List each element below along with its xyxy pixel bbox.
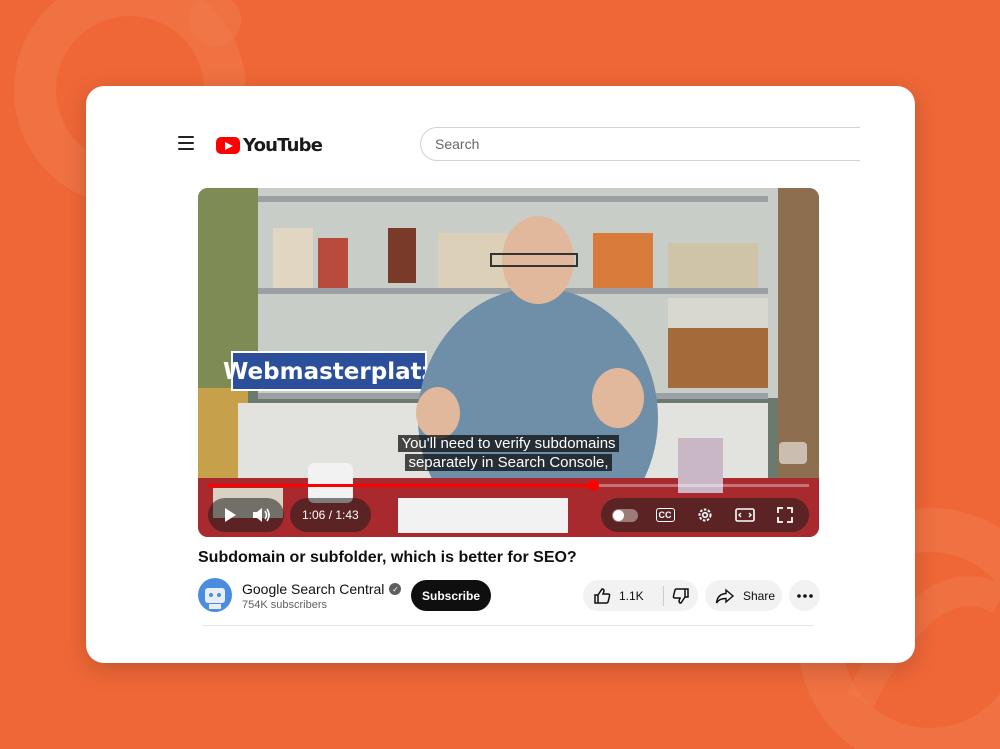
search-input[interactable]: [420, 127, 860, 161]
player-controls-left: 1:06 / 1:43: [208, 498, 371, 532]
dislike-button[interactable]: [664, 580, 698, 611]
like-dislike-group: 1.1K: [583, 580, 698, 611]
like-count: 1.1K: [619, 588, 644, 603]
webmasterplatz-sign: Webmasterplatz: [223, 359, 435, 385]
robot-avatar-icon: [205, 588, 225, 609]
like-button[interactable]: 1.1K: [583, 580, 663, 611]
player-controls-right: CC: [601, 498, 809, 532]
cc-icon: CC: [655, 508, 675, 522]
youtube-logo[interactable]: YouTube: [216, 135, 323, 156]
subscribe-button[interactable]: Subscribe: [411, 580, 491, 611]
time-display-pill: 1:06 / 1:43: [290, 498, 371, 532]
theater-mode-icon[interactable]: [729, 498, 761, 532]
share-button[interactable]: Share: [705, 580, 782, 611]
video-captions: You'll need to verify subdomains separat…: [198, 434, 819, 472]
play-icon[interactable]: [214, 498, 246, 532]
time-display: 1:06 / 1:43: [302, 508, 359, 522]
more-actions-button[interactable]: [789, 580, 820, 611]
hamburger-menu-icon[interactable]: [178, 136, 194, 150]
channel-name[interactable]: Google Search Central ✓: [242, 581, 402, 597]
fullscreen-icon[interactable]: [769, 498, 801, 532]
caption-line-1: You'll need to verify subdomains: [398, 435, 619, 452]
progress-bar-played: [208, 484, 593, 487]
autoplay-toggle-icon: [612, 508, 638, 522]
subscriber-count: 754K subscribers: [242, 599, 327, 611]
thumbs-down-icon: [672, 587, 689, 604]
volume-icon[interactable]: [246, 498, 278, 532]
progress-bar[interactable]: [208, 480, 809, 491]
autoplay-toggle[interactable]: [609, 498, 641, 532]
section-divider: [202, 625, 814, 626]
share-label: Share: [743, 588, 776, 603]
settings-gear-icon[interactable]: [689, 498, 721, 532]
youtube-page-card: YouTube Webmasterplatz: [86, 86, 915, 663]
verified-check-icon: ✓: [389, 583, 402, 595]
subtitles-cc-button[interactable]: CC: [649, 498, 681, 532]
video-title: Subdomain or subfolder, which is better …: [198, 549, 577, 566]
youtube-play-logo-icon: [216, 137, 240, 154]
play-volume-group: [208, 498, 284, 532]
caption-line-2: separately in Search Console,: [405, 454, 612, 471]
channel-avatar[interactable]: [198, 578, 232, 612]
progress-scrubber-handle[interactable]: [587, 480, 599, 491]
logo-text: YouTube: [243, 135, 323, 156]
video-player[interactable]: Webmasterplatz You'll need to verify sub…: [198, 188, 819, 537]
thumbs-up-icon: [594, 587, 611, 604]
share-arrow-icon: [715, 587, 735, 604]
channel-name-text: Google Search Central: [242, 581, 385, 597]
more-dots-icon: [796, 593, 813, 598]
